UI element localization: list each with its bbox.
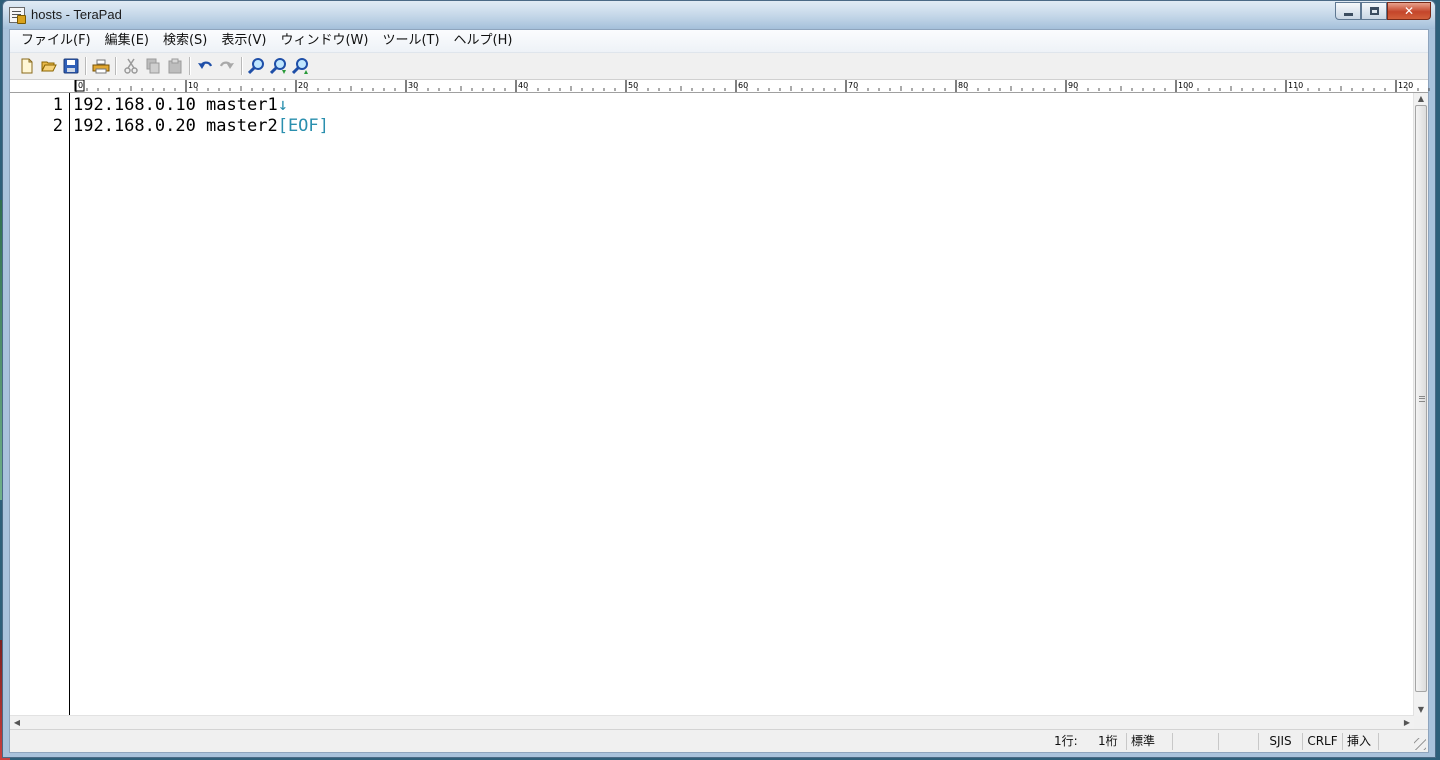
redo-button[interactable] xyxy=(216,55,238,77)
ruler-label: 30 xyxy=(408,81,418,90)
scroll-up-icon[interactable]: ▲ xyxy=(1414,93,1428,105)
close-button[interactable]: ✕ xyxy=(1387,2,1431,20)
eof-marker: [EOF] xyxy=(277,116,329,136)
text-editor[interactable]: 1 2 192.168.0.10 master1↓ 192.168.0.20 m… xyxy=(10,93,1414,716)
status-bar: 1行: 1桁 標準 SJIS CRLF 挿入 xyxy=(10,729,1428,752)
text-line[interactable]: 192.168.0.10 master1↓ xyxy=(73,95,288,115)
text-line[interactable]: 192.168.0.20 master2[EOF] xyxy=(73,116,329,136)
status-column: 1桁 xyxy=(1098,734,1118,748)
ruler-label: 40 xyxy=(518,81,528,90)
paste-icon xyxy=(168,58,182,74)
cut-icon xyxy=(124,58,138,74)
scroll-right-icon[interactable]: ▶ xyxy=(1400,716,1414,730)
minimize-button[interactable] xyxy=(1335,2,1361,20)
horizontal-scrollbar[interactable]: ◀ ▶ xyxy=(10,715,1414,730)
ruler-scale: 0 10 20 30 40 50 60 70 80 90 100 110 120 xyxy=(74,80,1430,92)
resize-grip-icon[interactable] xyxy=(1414,738,1426,750)
client-area: ファイル(F) 編集(E) 検索(S) 表示(V) ウィンドウ(W) ツール(T… xyxy=(9,29,1430,753)
ruler-label: 50 xyxy=(628,81,638,90)
open-folder-icon xyxy=(41,61,57,72)
maximize-button[interactable] xyxy=(1361,2,1387,20)
scroll-grip-icon xyxy=(1419,395,1425,402)
status-row: 1行: xyxy=(1054,734,1078,748)
print-icon xyxy=(92,59,110,74)
cut-button[interactable] xyxy=(120,55,142,77)
search-button[interactable] xyxy=(246,55,268,77)
title-bar[interactable]: hosts - TeraPad ✕ xyxy=(3,1,1435,29)
close-icon: ✕ xyxy=(1403,4,1415,18)
toolbar xyxy=(10,53,1428,80)
minimize-icon xyxy=(1344,13,1353,16)
menu-edit[interactable]: 編集(E) xyxy=(98,31,156,51)
status-mode: 標準 xyxy=(1126,733,1172,750)
maximize-icon xyxy=(1370,7,1379,15)
menu-window[interactable]: ウィンドウ(W) xyxy=(273,31,375,51)
print-button[interactable] xyxy=(90,55,112,77)
ruler-gutter xyxy=(10,80,70,92)
menu-file[interactable]: ファイル(F) xyxy=(14,31,98,51)
new-file-icon xyxy=(21,58,33,74)
menu-help[interactable]: ヘルプ(H) xyxy=(447,31,520,51)
menu-bar: ファイル(F) 編集(E) 検索(S) 表示(V) ウィンドウ(W) ツール(T… xyxy=(10,30,1428,53)
save-icon xyxy=(63,58,79,74)
ruler-label: 70 xyxy=(848,81,858,90)
ruler-label: 0 xyxy=(78,81,83,90)
status-empty-1 xyxy=(1172,733,1218,750)
search-icon xyxy=(248,58,264,75)
scroll-left-icon[interactable]: ◀ xyxy=(10,716,24,730)
line-text: 192.168.0.20 master2 xyxy=(73,116,278,136)
scroll-down-icon[interactable]: ▼ xyxy=(1414,704,1428,716)
status-encoding: SJIS xyxy=(1258,733,1302,750)
ruler-label: 90 xyxy=(1068,81,1078,90)
toolbar-separator xyxy=(241,57,243,75)
menu-search[interactable]: 検索(S) xyxy=(156,31,214,51)
search-prev-icon xyxy=(292,58,308,75)
ruler-label: 80 xyxy=(958,81,968,90)
paste-button[interactable] xyxy=(164,55,186,77)
line-number: 2 xyxy=(52,116,63,136)
ruler-label: 120 xyxy=(1398,81,1413,90)
search-prev-button[interactable] xyxy=(290,55,312,77)
ruler-label: 20 xyxy=(298,81,308,90)
vertical-scrollbar[interactable]: ▲ ▼ xyxy=(1413,93,1428,716)
undo-icon xyxy=(198,61,213,69)
toolbar-separator xyxy=(115,57,117,75)
line-number: 1 xyxy=(52,95,63,115)
terapad-window: hosts - TeraPad ✕ ファイル(F) 編集(E) 検索(S) 表示… xyxy=(2,0,1436,758)
ruler-label: 110 xyxy=(1288,81,1303,90)
column-ruler: 0 10 20 30 40 50 60 70 80 90 100 110 120 xyxy=(10,80,1430,93)
vertical-scroll-thumb[interactable] xyxy=(1415,105,1427,692)
status-newline: CRLF xyxy=(1302,733,1342,750)
window-title: hosts - TeraPad xyxy=(31,7,122,22)
ruler-label: 100 xyxy=(1178,81,1193,90)
menu-tools[interactable]: ツール(T) xyxy=(375,31,446,51)
search-next-button[interactable] xyxy=(268,55,290,77)
ruler-label: 10 xyxy=(188,81,198,90)
status-empty-3 xyxy=(1378,733,1414,750)
open-file-button[interactable] xyxy=(38,55,60,77)
caption-buttons: ✕ xyxy=(1335,2,1431,21)
redo-icon xyxy=(219,61,234,69)
status-insert-mode: 挿入 xyxy=(1342,733,1378,750)
undo-button[interactable] xyxy=(194,55,216,77)
newline-marker: ↓ xyxy=(277,95,288,115)
save-button[interactable] xyxy=(60,55,82,77)
line-number-gutter: 1 2 xyxy=(10,93,70,716)
copy-button[interactable] xyxy=(142,55,164,77)
search-next-icon xyxy=(270,58,286,75)
terapad-app-icon[interactable] xyxy=(9,7,26,24)
line-text: 192.168.0.10 master1 xyxy=(73,95,278,115)
new-file-button[interactable] xyxy=(16,55,38,77)
ruler-label: 60 xyxy=(738,81,748,90)
menu-view[interactable]: 表示(V) xyxy=(214,31,273,51)
toolbar-separator xyxy=(189,57,191,75)
toolbar-separator xyxy=(85,57,87,75)
status-empty-2 xyxy=(1218,733,1258,750)
copy-icon xyxy=(146,58,160,74)
